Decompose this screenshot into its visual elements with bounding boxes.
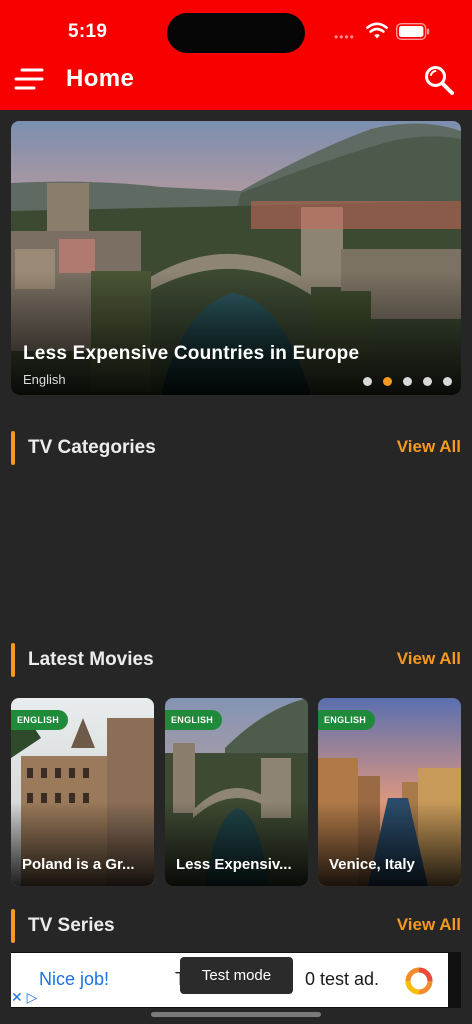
- hero-language: English: [23, 372, 66, 387]
- movie-title: Poland is a Gr...: [22, 856, 135, 873]
- movie-card[interactable]: ENGLISH Poland is a Gr...: [11, 698, 154, 886]
- menu-icon[interactable]: [14, 66, 44, 92]
- movie-title: Venice, Italy: [329, 856, 415, 873]
- view-all-latest-movies-link[interactable]: View All: [397, 649, 461, 669]
- section-title: TV Series: [28, 915, 115, 936]
- movie-card[interactable]: ENGLISH Less Expensiv...: [165, 698, 308, 886]
- language-badge: ENGLISH: [318, 710, 376, 730]
- section-latest-movies: Latest Movies View All: [11, 643, 461, 677]
- carousel-pagination[interactable]: [363, 377, 452, 387]
- dynamic-island: [167, 13, 305, 53]
- ad-body-suffix: 0 test ad.: [305, 969, 380, 989]
- carousel-dot[interactable]: [403, 377, 412, 386]
- section-tv-categories: TV Categories View All: [11, 431, 461, 465]
- cellular-signal-icon: ••••: [334, 30, 355, 44]
- featured-carousel[interactable]: Less Expensive Countries in Europe Engli…: [11, 121, 461, 395]
- view-all-tv-series-link[interactable]: View All: [397, 915, 461, 935]
- ad-logo-icon: [405, 967, 433, 995]
- section-accent-bar: [11, 643, 15, 677]
- ad-choices-close-icon[interactable]: ✕ ▷: [11, 988, 49, 1006]
- section-tv-series: TV Series View All: [11, 909, 461, 943]
- section-accent-bar: [11, 909, 15, 943]
- section-accent-bar: [11, 431, 15, 465]
- language-badge: ENGLISH: [165, 710, 223, 730]
- latest-movies-list: ENGLISH Poland is a Gr... ENGLISH Less E…: [11, 698, 472, 888]
- ad-headline[interactable]: Nice job!: [39, 969, 109, 990]
- section-title: TV Categories: [28, 437, 156, 458]
- test-mode-toast: Test mode: [180, 957, 293, 994]
- home-indicator: [151, 1012, 321, 1017]
- view-all-tv-categories-link[interactable]: View All: [397, 437, 461, 457]
- movie-title: Less Expensiv...: [176, 856, 292, 873]
- language-badge: ENGLISH: [11, 710, 69, 730]
- status-time: 5:19: [68, 21, 108, 42]
- page-title: Home: [66, 65, 135, 92]
- search-icon[interactable]: [423, 64, 455, 96]
- section-title: Latest Movies: [28, 649, 154, 670]
- carousel-dot-active[interactable]: [383, 377, 392, 386]
- wifi-icon: [366, 22, 388, 39]
- app-header: 5:19 •••• Home: [0, 0, 472, 110]
- battery-icon: [396, 23, 430, 40]
- carousel-dot[interactable]: [443, 377, 452, 386]
- carousel-dot[interactable]: [423, 377, 432, 386]
- hero-title: Less Expensive Countries in Europe: [23, 343, 360, 364]
- movie-card[interactable]: ENGLISH Venice, Italy: [318, 698, 461, 886]
- carousel-dot[interactable]: [363, 377, 372, 386]
